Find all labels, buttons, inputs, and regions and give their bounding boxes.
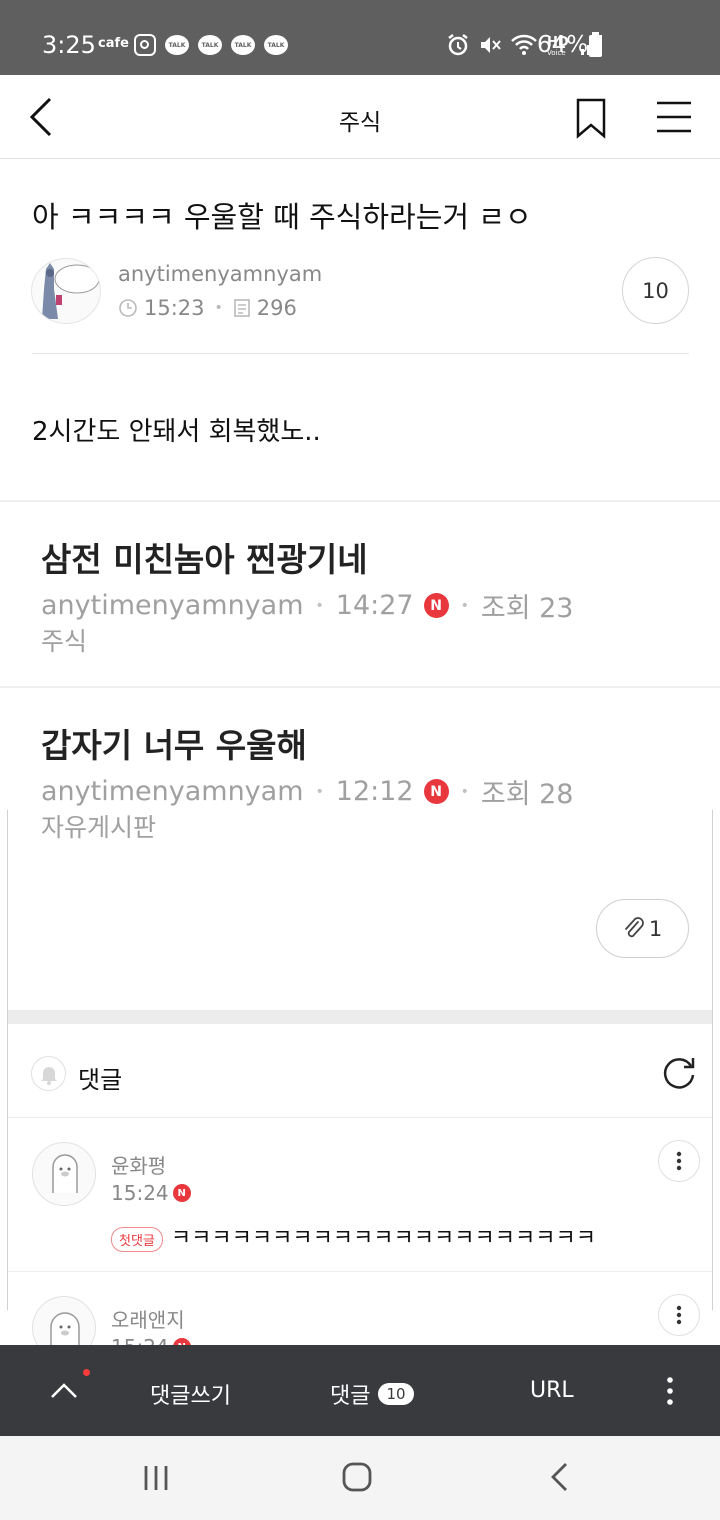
embedded-post-time: 14:27: [335, 590, 414, 621]
more-vertical-icon[interactable]: [660, 1375, 680, 1407]
kakaotalk-icon: TALK: [165, 35, 189, 55]
notification-icons: TALK TALK TALK TALK: [134, 33, 288, 57]
divider: [0, 686, 720, 688]
comments-button[interactable]: 댓글 10: [330, 1378, 414, 1410]
recent-apps-icon[interactable]: [140, 1462, 172, 1494]
attachment-count: 1: [648, 916, 663, 941]
page-title: 주식: [338, 110, 382, 136]
comment-more-button[interactable]: [658, 1140, 700, 1182]
default-avatar-image: [52, 1154, 78, 1193]
comment-text: ㅋㅋㅋㅋㅋㅋㅋㅋㅋㅋㅋㅋㅋㅋㅋㅋㅋㅋㅋㅋㅋ: [170, 1226, 596, 1251]
clock-icon: [119, 299, 137, 317]
post-title: 아 ㅋㅋㅋㅋ 우울할 때 주식하라는거 ㄹㅇ: [32, 200, 532, 234]
system-nav-bar: [0, 1436, 720, 1520]
first-comment-badge: 첫댓글: [111, 1226, 163, 1252]
section-separator: [8, 1010, 712, 1024]
meta-separator: •: [214, 300, 223, 316]
new-badge: N: [423, 779, 449, 804]
embedded-post-views: 조회 23: [480, 593, 574, 624]
embedded-post-title[interactable]: 삼전 미친놈아 찐광기네: [41, 533, 368, 581]
paperclip-icon: [624, 916, 644, 937]
more-vertical-icon: [676, 1305, 682, 1325]
post-views: 296: [256, 296, 297, 320]
embedded-post-meta: anytimenyamnyam • 14:27 N • 조회 23: [41, 586, 573, 625]
embedded-post-title[interactable]: 갑자기 너무 우울해: [41, 719, 307, 767]
more-vertical-icon: [676, 1151, 682, 1171]
bell-icon[interactable]: [31, 1056, 66, 1091]
kakaotalk-icon: TALK: [231, 35, 255, 55]
status-bar: 3:25 cafe TALK TALK TALK TALK HD Voice 64…: [0, 0, 720, 75]
commenter-avatar[interactable]: [32, 1296, 96, 1345]
post-body: 2시간도 안돼서 회복했노..: [32, 417, 321, 447]
comment-item: 윤화평 15:24 N 첫댓글 ㅋㅋㅋㅋㅋㅋㅋㅋㅋㅋㅋㅋㅋㅋㅋㅋㅋㅋㅋㅋㅋ: [8, 1118, 712, 1272]
app-header: 주식: [0, 75, 720, 159]
new-badge: N: [172, 1338, 191, 1345]
comments-header: 댓글: [8, 1024, 712, 1118]
embedded-post-board: 주식: [41, 627, 88, 656]
bookmark-icon[interactable]: [572, 97, 610, 139]
scroll-up-icon[interactable]: [46, 1373, 82, 1409]
divider: [32, 353, 689, 354]
mute-icon: [481, 37, 501, 53]
comment-count-button[interactable]: 10: [622, 257, 689, 324]
meta-separator: •: [460, 783, 469, 800]
divider: [0, 500, 720, 502]
meta-separator: •: [315, 783, 324, 800]
attachment-button[interactable]: 1: [596, 899, 689, 958]
meta-separator: •: [315, 597, 324, 614]
refresh-icon[interactable]: [660, 1054, 698, 1092]
battery-icon: [589, 32, 602, 57]
post-time: 15:23: [144, 296, 205, 320]
default-avatar-image: [50, 1312, 80, 1345]
embedded-post-author: anytimenyamnyam: [41, 590, 304, 621]
alarm-icon: [448, 34, 468, 56]
post-meta: 15:23 • 296: [118, 296, 297, 320]
instagram-icon: [134, 34, 156, 56]
author-avatar-image: [42, 263, 100, 319]
post-author[interactable]: anytimenyamnyam: [118, 262, 322, 286]
comments-count-badge: 10: [378, 1383, 414, 1405]
system-back-icon[interactable]: [544, 1460, 574, 1494]
cafe-notification-icon: cafe: [98, 36, 129, 51]
comment-more-button[interactable]: [658, 1294, 700, 1336]
write-comment-button[interactable]: 댓글쓰기: [150, 1378, 231, 1410]
bell-glyph: [40, 1066, 57, 1085]
embedded-post-author: anytimenyamnyam: [41, 776, 304, 807]
comment-time-text: 15:24: [111, 1335, 169, 1345]
comment-item: 오래앤지 15:24 N: [8, 1272, 712, 1345]
bottom-action-bar: 댓글쓰기 댓글 10 URL: [0, 1345, 720, 1436]
embedded-post-views: 조회 28: [480, 779, 574, 810]
battery-percent: 64%: [537, 32, 589, 58]
url-button[interactable]: URL: [530, 1378, 574, 1403]
comment-text-row: 첫댓글 ㅋㅋㅋㅋㅋㅋㅋㅋㅋㅋㅋㅋㅋㅋㅋㅋㅋㅋㅋㅋㅋ: [111, 1220, 596, 1252]
comments-button-label: 댓글: [330, 1384, 371, 1409]
views-icon: [233, 299, 250, 317]
kakaotalk-icon: TALK: [264, 35, 288, 55]
status-time: 3:25: [42, 31, 96, 59]
new-badge: N: [172, 1184, 191, 1202]
kakaotalk-icon: TALK: [198, 35, 222, 55]
commenter-name[interactable]: 오래앤지: [111, 1304, 185, 1333]
new-badge: N: [423, 593, 449, 618]
hamburger-menu-icon[interactable]: [654, 99, 694, 135]
author-avatar[interactable]: [31, 258, 101, 324]
scroll-edge: [712, 810, 713, 1310]
embedded-post-time: 12:12: [335, 776, 414, 807]
embedded-post-meta: anytimenyamnyam • 12:12 N • 조회 28: [41, 772, 573, 811]
comments-label: 댓글: [78, 1066, 123, 1094]
meta-separator: •: [460, 597, 469, 614]
comment-time-text: 15:24: [111, 1181, 169, 1205]
comment-time: 15:24 N: [111, 1335, 191, 1345]
wifi-icon: [511, 34, 537, 55]
commenter-avatar[interactable]: [32, 1142, 96, 1206]
notification-dot: [83, 1369, 90, 1376]
home-icon[interactable]: [340, 1460, 374, 1494]
commenter-name[interactable]: 윤화평: [111, 1150, 166, 1179]
embedded-post-board: 자유게시판: [41, 813, 157, 842]
comment-time: 15:24 N: [111, 1181, 191, 1205]
